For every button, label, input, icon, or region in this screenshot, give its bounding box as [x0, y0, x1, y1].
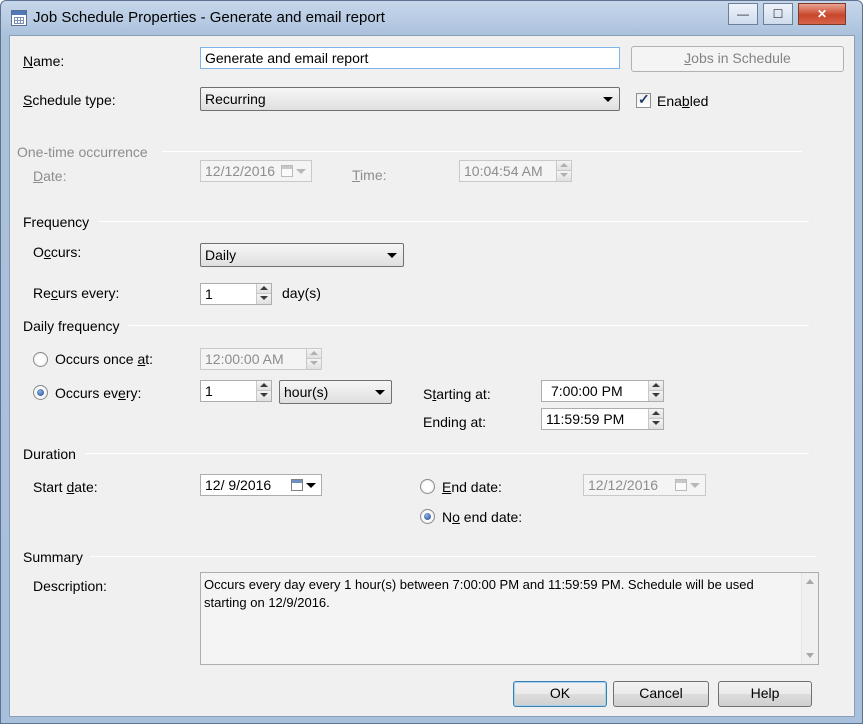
- occurs-label: Occurs:: [33, 244, 82, 260]
- checkmark-icon: ✓: [638, 91, 650, 107]
- schedule-type-select[interactable]: Recurring: [200, 87, 620, 111]
- chevron-down-icon: [375, 390, 385, 395]
- jobs-in-schedule-button[interactable]: Jobs in Schedule: [631, 46, 844, 72]
- description-text: Occurs every day every 1 hour(s) between…: [204, 577, 754, 610]
- divider: [162, 151, 802, 152]
- spin-down-icon[interactable]: [257, 294, 271, 304]
- spin-buttons[interactable]: [648, 409, 663, 429]
- interval-unit-select[interactable]: hour(s): [279, 380, 392, 404]
- one-time-date-picker[interactable]: 12/12/2016: [200, 160, 312, 182]
- divider: [90, 556, 816, 557]
- spin-down-icon[interactable]: [649, 419, 663, 429]
- duration-group-title: Duration: [23, 446, 76, 462]
- name-input[interactable]: Generate and email report: [200, 47, 620, 69]
- minimize-button[interactable]: —: [728, 3, 758, 25]
- one-time-time-spinner[interactable]: 10:04:54 AM: [459, 160, 572, 182]
- chevron-down-icon: [296, 169, 306, 174]
- occurs-once-label: Occurs once at:: [55, 351, 154, 367]
- spin-up-icon[interactable]: [257, 284, 271, 294]
- spin-up-icon[interactable]: [649, 409, 663, 419]
- dialog-window: Job Schedule Properties - Generate and e…: [0, 0, 863, 724]
- start-date-picker[interactable]: 12/ 9/2016: [200, 474, 322, 496]
- chevron-down-icon: [387, 253, 397, 258]
- window-title: Job Schedule Properties - Generate and e…: [33, 9, 385, 26]
- spin-buttons[interactable]: [256, 381, 271, 401]
- occurs-once-radio[interactable]: [33, 352, 48, 367]
- calendar-icon: [281, 165, 293, 177]
- spin-buttons[interactable]: [256, 284, 271, 304]
- chevron-down-icon: [603, 97, 613, 102]
- summary-group-title: Summary: [23, 549, 83, 565]
- chevron-down-icon: [306, 483, 316, 488]
- recurs-every-label: Recurs every:: [33, 285, 120, 301]
- end-date-radio[interactable]: [420, 479, 435, 494]
- close-button[interactable]: ✕: [798, 3, 846, 25]
- spin-down-icon[interactable]: [557, 171, 571, 181]
- spin-buttons[interactable]: [306, 349, 321, 369]
- enabled-checkbox[interactable]: ✓: [636, 91, 651, 108]
- calendar-icon: [291, 479, 303, 491]
- occurs-every-radio[interactable]: [33, 385, 48, 400]
- divider: [98, 221, 809, 222]
- dialog-body: Name: Generate and email report Jobs in …: [9, 35, 855, 717]
- spin-up-icon[interactable]: [257, 381, 271, 391]
- scroll-up-icon[interactable]: [806, 579, 814, 584]
- spin-up-icon[interactable]: [649, 381, 663, 391]
- spin-buttons[interactable]: [648, 381, 663, 401]
- maximize-button[interactable]: ☐: [763, 3, 793, 25]
- description-label: Description:: [33, 578, 107, 594]
- scroll-down-icon[interactable]: [806, 653, 814, 658]
- vertical-scrollbar[interactable]: [801, 573, 818, 664]
- divider: [85, 453, 809, 454]
- spin-up-icon[interactable]: [307, 349, 321, 359]
- end-date-picker[interactable]: 12/12/2016: [583, 474, 706, 496]
- ending-at-spinner[interactable]: 11:59:59 PM: [541, 408, 664, 430]
- one-time-date-label: Date:: [33, 168, 67, 184]
- one-time-group-title: One-time occurrence: [17, 144, 148, 160]
- spin-down-icon[interactable]: [649, 391, 663, 401]
- no-end-date-radio[interactable]: [420, 509, 435, 524]
- schedule-type-label: Schedule type:: [23, 92, 116, 108]
- end-date-label: End date:: [442, 479, 502, 495]
- cancel-button[interactable]: Cancel: [613, 681, 709, 707]
- starting-at-spinner[interactable]: 7:00:00 PM: [541, 380, 664, 402]
- spin-up-icon[interactable]: [557, 161, 571, 171]
- starting-at-label: Starting at:: [423, 386, 491, 402]
- spin-down-icon[interactable]: [307, 359, 321, 369]
- occurs-every-label: Occurs every:: [55, 385, 142, 401]
- table-icon: [11, 10, 27, 26]
- spin-down-icon[interactable]: [257, 391, 271, 401]
- description-textarea[interactable]: Occurs every day every 1 hour(s) between…: [200, 572, 819, 665]
- one-time-time-label: Time:: [352, 167, 387, 183]
- enabled-label: Enabled: [657, 93, 709, 109]
- recurs-every-spinner[interactable]: 1: [200, 283, 272, 305]
- calendar-icon: [675, 479, 687, 491]
- help-button[interactable]: Help: [718, 681, 812, 707]
- ok-button[interactable]: OK: [513, 681, 607, 707]
- no-end-date-label: No end date:: [442, 509, 523, 525]
- frequency-group-title: Frequency: [23, 214, 90, 230]
- occurs-select[interactable]: Daily: [200, 243, 404, 267]
- divider: [129, 325, 809, 326]
- ending-at-label: Ending at:: [423, 414, 487, 430]
- name-label: Name:: [23, 53, 65, 69]
- daily-frequency-group-title: Daily frequency: [23, 318, 120, 334]
- occurs-every-spinner[interactable]: 1: [200, 380, 272, 402]
- title-bar[interactable]: Job Schedule Properties - Generate and e…: [1, 1, 862, 35]
- chevron-down-icon: [690, 483, 700, 488]
- occurs-once-time-spinner[interactable]: 12:00:00 AM: [200, 348, 322, 370]
- spin-buttons[interactable]: [556, 161, 571, 181]
- start-date-label: Start date:: [33, 479, 98, 495]
- recurs-unit-label: day(s): [282, 285, 321, 301]
